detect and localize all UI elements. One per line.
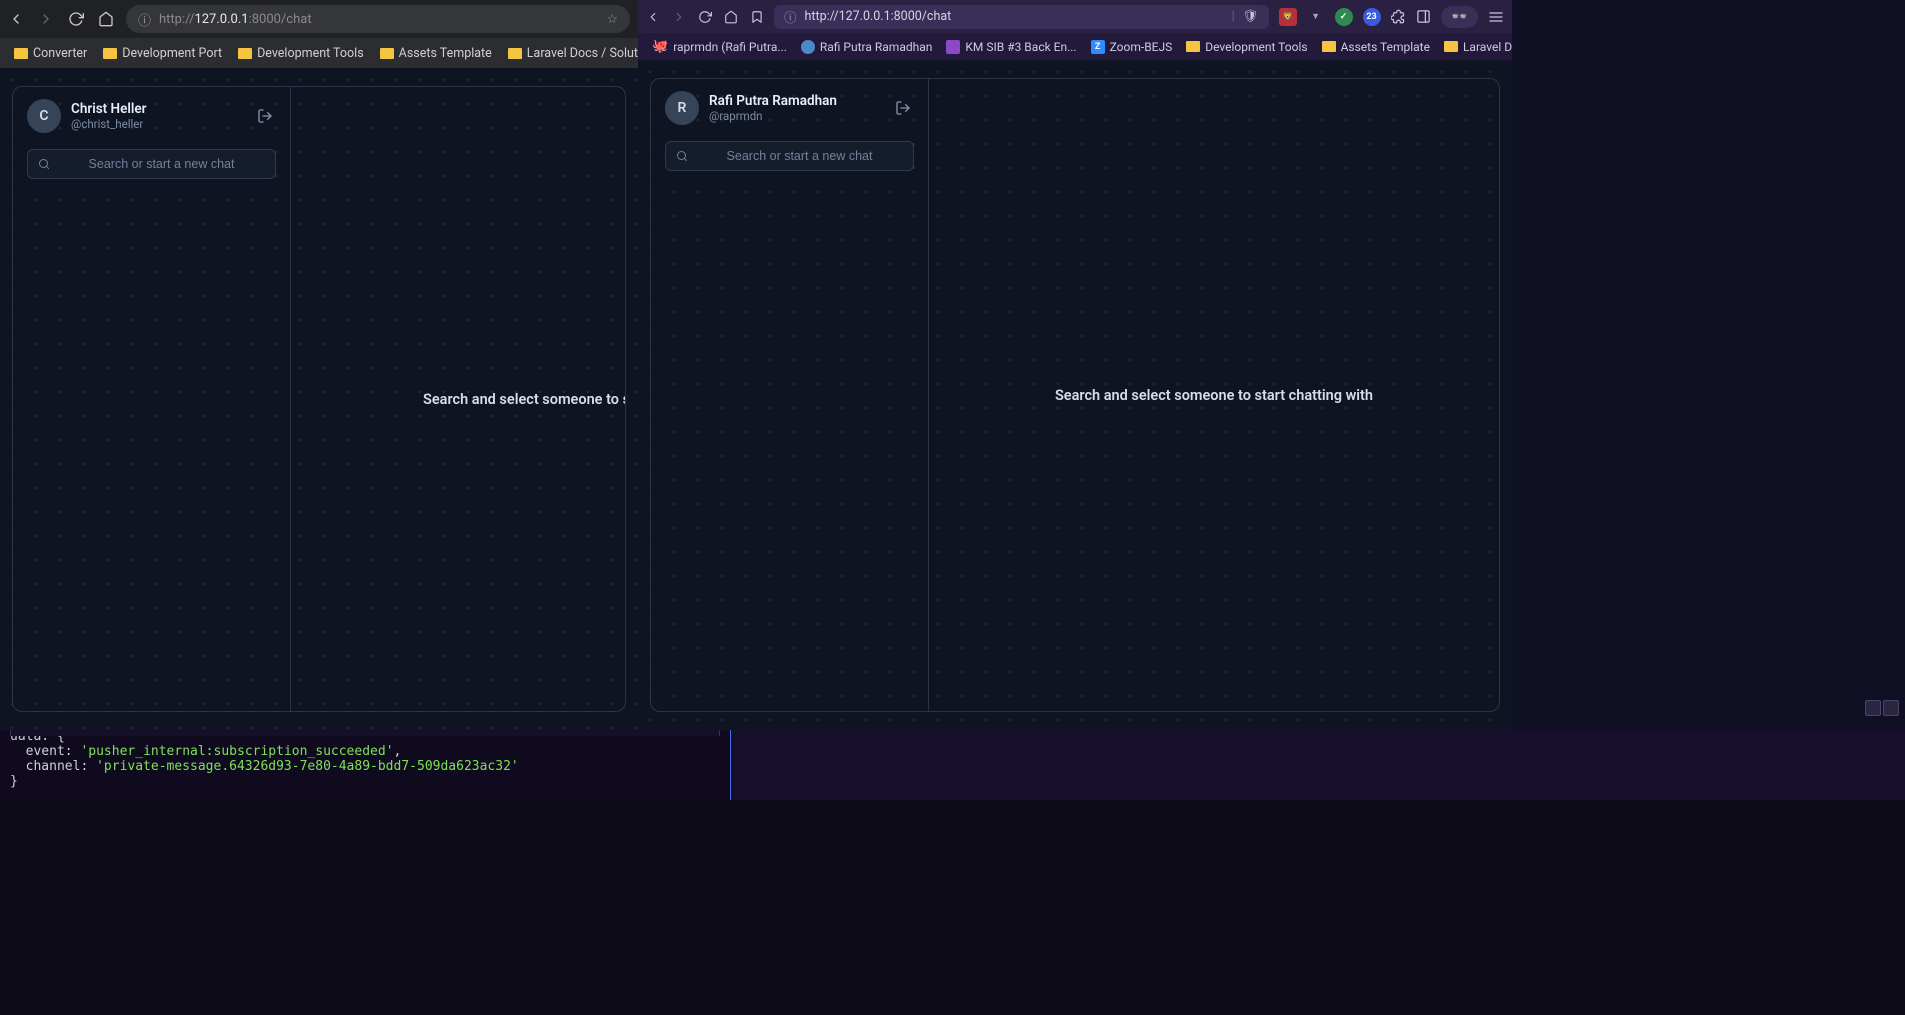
extension-icon[interactable]: ✓ xyxy=(1335,8,1353,26)
bookmark-item[interactable]: Development Port xyxy=(97,43,228,64)
star-icon[interactable]: ☆ xyxy=(606,12,618,27)
back-icon[interactable] xyxy=(646,10,660,24)
logout-button[interactable] xyxy=(254,105,276,127)
folder-icon xyxy=(508,48,522,59)
logout-button[interactable] xyxy=(892,97,914,119)
avatar: C xyxy=(27,99,61,133)
bookmark-item[interactable]: Development Tools xyxy=(1180,38,1313,56)
bookmark-item[interactable]: Assets Template xyxy=(374,43,498,64)
chat-sidebar: R Rafi Putra Ramadhan @raprmdn xyxy=(651,79,929,711)
folder-icon xyxy=(238,48,252,59)
panel-icon[interactable] xyxy=(1416,9,1431,24)
user-name: Christ Heller xyxy=(71,101,244,117)
user-handle: @christ_heller xyxy=(71,117,244,131)
bookmark-item[interactable]: 🐙raprmdn (Rafi Putra... xyxy=(646,37,793,56)
forward-icon[interactable] xyxy=(38,11,54,27)
url-text: http://127.0.0.1:8000/chat xyxy=(159,12,312,27)
panel-toggle-icon[interactable] xyxy=(1865,700,1881,716)
user-name: Rafi Putra Ramadhan xyxy=(709,93,882,109)
forward-icon[interactable] xyxy=(672,10,686,24)
bookmark-item[interactable]: Laravel Docs / Solut... xyxy=(502,43,638,64)
search-input[interactable] xyxy=(696,149,903,163)
sidebar-header: C Christ Heller @christ_heller xyxy=(13,87,290,145)
folder-icon xyxy=(380,48,394,59)
search-icon xyxy=(676,150,688,162)
reload-icon[interactable] xyxy=(698,10,712,24)
zoom-icon: Z xyxy=(1091,40,1105,54)
lower-area xyxy=(0,800,1905,1015)
console-output[interactable]: uata. { event: 'pusher_internal:subscrip… xyxy=(0,730,730,800)
chat-container: C Christ Heller @christ_heller xyxy=(12,86,626,712)
chrome-bookmarks-bar: Converter Development Port Development T… xyxy=(0,38,638,68)
avatar: R xyxy=(665,91,699,125)
brave-toolbar: ⓘ http://127.0.0.1:8000/chat | 🛡 🦁 ▼ ✓ 2… xyxy=(638,0,1512,33)
avatar-icon xyxy=(801,40,815,54)
reload-icon[interactable] xyxy=(68,11,84,27)
chat-page-left: C Christ Heller @christ_heller xyxy=(0,68,638,730)
empty-state-message: Search and select someone to start chatt… xyxy=(953,387,1475,404)
info-icon: ⓘ xyxy=(138,10,151,29)
home-icon[interactable] xyxy=(98,11,114,27)
right-browser-window: ⓘ http://127.0.0.1:8000/chat | 🛡 🦁 ▼ ✓ 2… xyxy=(638,0,1512,730)
logout-icon xyxy=(895,100,911,116)
chat-container: R Rafi Putra Ramadhan @raprmdn xyxy=(650,78,1500,712)
extension-icon[interactable]: ▼ xyxy=(1307,8,1325,26)
github-icon: 🐙 xyxy=(652,39,668,54)
chat-sidebar: C Christ Heller @christ_heller xyxy=(13,87,291,711)
bookmark-icon[interactable] xyxy=(750,10,764,24)
chat-page-right: R Rafi Putra Ramadhan @raprmdn xyxy=(638,60,1512,730)
url-text: http://127.0.0.1:8000/chat xyxy=(805,9,952,24)
left-browser-window: ⓘ http://127.0.0.1:8000/chat ☆ Converter… xyxy=(0,0,638,730)
separator: | xyxy=(1232,9,1235,24)
brave-bookmarks-bar: 🐙raprmdn (Rafi Putra... Rafi Putra Ramad… xyxy=(638,33,1512,60)
extension-icon[interactable]: 🦁 xyxy=(1279,8,1297,26)
logout-icon xyxy=(257,108,273,124)
address-bar[interactable]: ⓘ http://127.0.0.1:8000/chat ☆ xyxy=(126,5,630,33)
empty-state-message: Search and select someone to start c xyxy=(315,391,601,408)
right-terminal-pane xyxy=(731,730,1905,800)
panel-toggle-icon[interactable] xyxy=(1883,700,1899,716)
bookmark-item[interactable]: Development Tools xyxy=(232,43,370,64)
extensions-icon[interactable] xyxy=(1391,9,1406,24)
folder-icon xyxy=(1322,41,1336,52)
bookmark-item[interactable]: Assets Template xyxy=(1316,38,1436,56)
folder-icon xyxy=(14,48,28,59)
info-icon: ⓘ xyxy=(784,7,797,26)
user-handle: @raprmdn xyxy=(709,109,882,123)
folder-icon xyxy=(1444,41,1458,52)
home-icon[interactable] xyxy=(724,10,738,24)
chat-main: Search and select someone to start c xyxy=(291,87,625,711)
extension-badge[interactable]: 23 xyxy=(1363,8,1381,26)
bookmark-item[interactable]: ZZoom-BEJS xyxy=(1085,38,1179,56)
bookmark-item[interactable]: Rafi Putra Ramadhan xyxy=(795,38,939,56)
incognito-icon[interactable]: 👓 xyxy=(1441,6,1478,28)
search-input[interactable] xyxy=(58,157,265,171)
terminal-panel: uata. { event: 'pusher_internal:subscrip… xyxy=(0,730,1905,800)
folder-icon xyxy=(103,48,117,59)
bookmark-item[interactable]: Laravel Docs / Solut... xyxy=(1438,38,1512,56)
search-box[interactable] xyxy=(27,149,276,179)
folder-icon xyxy=(1186,41,1200,52)
brave-shield-icon[interactable]: 🛡 xyxy=(1243,9,1259,24)
search-icon xyxy=(38,158,50,170)
site-icon xyxy=(946,40,960,54)
menu-icon[interactable] xyxy=(1488,9,1504,25)
search-box[interactable] xyxy=(665,141,914,171)
chat-main: Search and select someone to start chatt… xyxy=(929,79,1499,711)
sidebar-header: R Rafi Putra Ramadhan @raprmdn xyxy=(651,79,928,137)
back-icon[interactable] xyxy=(8,11,24,27)
bookmark-item[interactable]: KM SIB #3 Back En... xyxy=(940,38,1082,56)
bookmark-item[interactable]: Converter xyxy=(8,43,93,64)
chrome-toolbar: ⓘ http://127.0.0.1:8000/chat ☆ xyxy=(0,0,638,38)
address-bar[interactable]: ⓘ http://127.0.0.1:8000/chat | 🛡 xyxy=(774,5,1269,29)
